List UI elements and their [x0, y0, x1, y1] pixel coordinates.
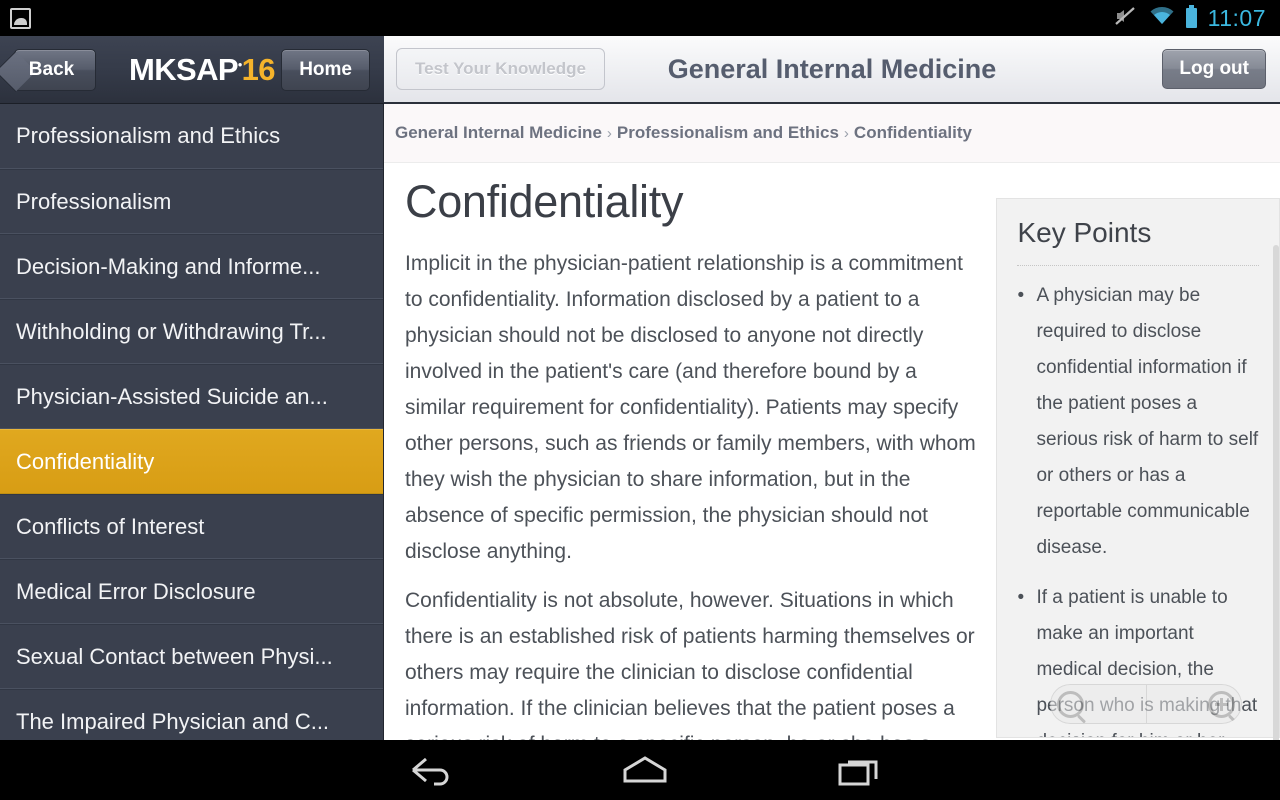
- sidebar-item-impaired-physician[interactable]: The Impaired Physician and C...: [0, 689, 383, 740]
- android-nav-bar: [0, 740, 1280, 800]
- logout-button-label: Log out: [1179, 58, 1249, 79]
- status-bar-clock: 11:07: [1207, 4, 1266, 31]
- page-title: Confidentiality: [405, 176, 684, 227]
- back-button-label: Back: [28, 58, 75, 80]
- app-bar-right: Test Your Knowledge General Internal Med…: [384, 36, 1280, 104]
- logout-button[interactable]: Log out: [1162, 49, 1266, 89]
- android-screen: 11:07 Back MKSAP•16 Home Test Your Knowl…: [0, 0, 1280, 800]
- image-notification-icon: [10, 7, 31, 29]
- vibrate-mute-icon: [1114, 5, 1138, 32]
- test-your-knowledge-button[interactable]: Test Your Knowledge: [396, 48, 605, 90]
- sidebar-item-sexual-contact[interactable]: Sexual Contact between Physi...: [0, 624, 383, 689]
- breadcrumb-separator-icon: ›: [843, 124, 849, 142]
- key-points-panel: Key Points A physician may be required t…: [996, 198, 1280, 738]
- sidebar-item-physician-assisted-suicide[interactable]: Physician-Assisted Suicide an...: [0, 364, 383, 429]
- sidebar-item-professionalism[interactable]: Professionalism: [0, 169, 383, 234]
- article-paragraph-1: Implicit in the physician-patient relati…: [405, 251, 976, 563]
- key-points-heading: Key Points: [1017, 217, 1152, 248]
- zoom-out-button[interactable]: [1050, 684, 1147, 724]
- sidebar-item-withholding-withdrawing[interactable]: Withholding or Withdrawing Tr...: [0, 299, 383, 364]
- sidebar-item-confidentiality[interactable]: Confidentiality: [0, 429, 383, 494]
- article-paragraph-2: Confidentiality is not absolute, however…: [405, 588, 975, 741]
- key-points-divider: [1017, 265, 1259, 266]
- sidebar-nav[interactable]: Professionalism and Ethics Professionali…: [0, 104, 384, 740]
- home-button[interactable]: Home: [281, 49, 370, 91]
- android-back-icon: [412, 757, 449, 786]
- nav-home-button[interactable]: [575, 740, 715, 800]
- home-button-label: Home: [299, 59, 352, 80]
- content-scrollbar-thumb[interactable]: [1273, 245, 1279, 740]
- sidebar-item-conflicts-of-interest[interactable]: Conflicts of Interest: [0, 494, 383, 559]
- sidebar-item-decision-making[interactable]: Decision-Making and Informe...: [0, 234, 383, 299]
- status-bar-system-icons: 11:07: [1114, 5, 1280, 32]
- magnifier-plus-icon: [1208, 690, 1235, 718]
- breadcrumb-item-0[interactable]: General Internal Medicine: [395, 123, 602, 143]
- nav-recents-button[interactable]: [790, 740, 930, 800]
- key-points-list: A physician may be required to disclose …: [1017, 278, 1259, 737]
- breadcrumb-item-1[interactable]: Professionalism and Ethics: [617, 123, 839, 143]
- zoom-in-button[interactable]: [1146, 684, 1242, 724]
- status-bar: 11:07: [0, 0, 1280, 36]
- wifi-icon: [1149, 6, 1175, 31]
- battery-icon: [1185, 5, 1197, 28]
- nav-back-button[interactable]: [360, 740, 500, 800]
- sidebar-item-professionalism-and-ethics[interactable]: Professionalism and Ethics: [0, 104, 383, 169]
- mksap-logo: MKSAP•16: [129, 52, 275, 88]
- logo-edition-text: 16: [241, 51, 276, 87]
- android-recents-icon: [838, 760, 878, 786]
- document-scroll-region[interactable]: Confidentiality Implicit in the physicia…: [384, 163, 1280, 740]
- breadcrumb-separator-icon: ›: [606, 124, 612, 142]
- back-button[interactable]: Back: [14, 48, 96, 91]
- app-bar-left: Back MKSAP•16 Home: [0, 36, 384, 104]
- app-bar: Back MKSAP•16 Home Test Your Knowledge G…: [0, 36, 1280, 104]
- breadcrumb-item-2: Confidentiality: [853, 123, 972, 142]
- sidebar-item-medical-error-disclosure[interactable]: Medical Error Disclosure: [0, 559, 383, 624]
- webview-zoom-controls[interactable]: [1050, 684, 1242, 724]
- android-home-icon: [623, 756, 667, 783]
- logo-main-text: MKSAP: [129, 51, 239, 87]
- magnifier-minus-icon: [1057, 690, 1084, 718]
- content-scrollbar[interactable]: [1272, 223, 1280, 740]
- article-body: Confidentiality Implicit in the physicia…: [405, 177, 981, 740]
- status-bar-notifications: [0, 7, 31, 29]
- content-area: General Internal Medicine › Professional…: [384, 104, 1280, 740]
- key-point-item: A physician may be required to disclose …: [1017, 278, 1259, 566]
- breadcrumb: General Internal Medicine › Professional…: [384, 104, 1280, 163]
- test-your-knowledge-label: Test Your Knowledge: [415, 59, 586, 78]
